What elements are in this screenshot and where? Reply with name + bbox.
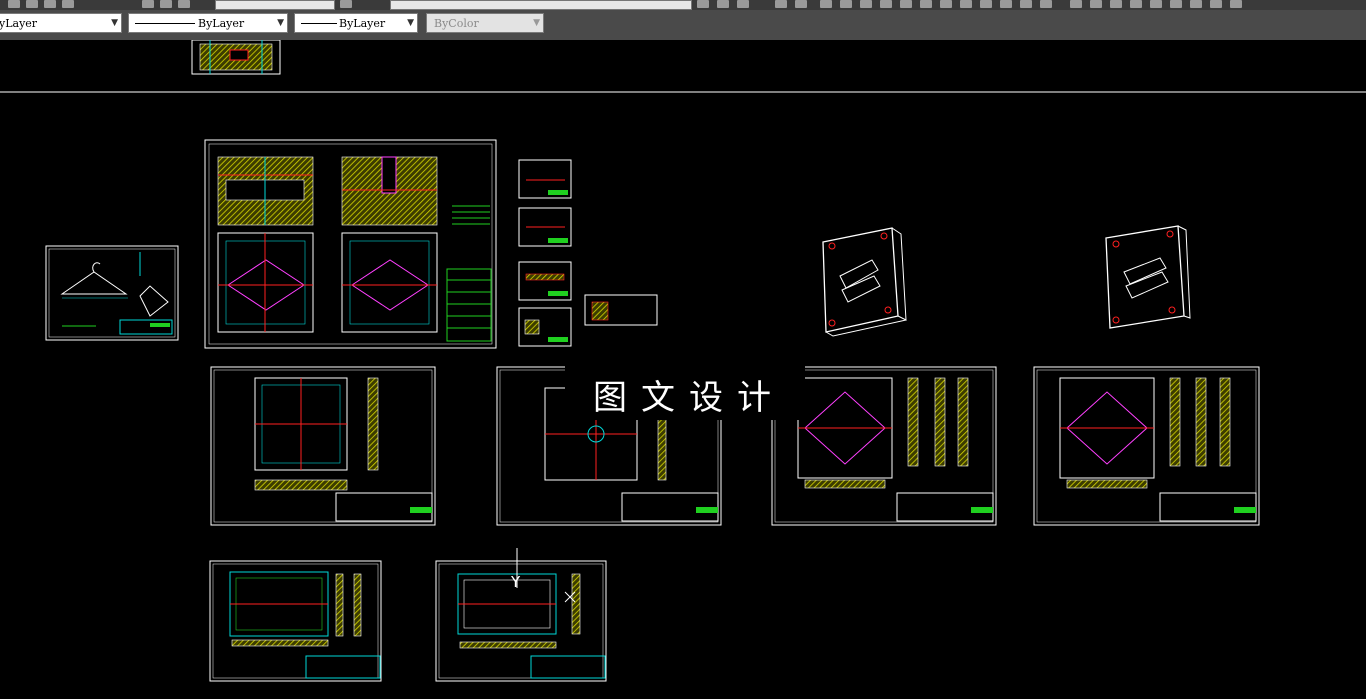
dimension-radius-icon[interactable] [860,0,872,8]
watermark-overlay: 图文设计 [565,360,805,420]
mold-3d-view-left[interactable] [822,227,907,337]
layer-value: yLayer [0,17,38,30]
top-partial-drawing [191,40,281,75]
plot-style-combo: ByColor ▼ [426,13,544,33]
sheet-hanger-part[interactable] [45,245,179,341]
lineweight-combo[interactable]: ByLayer ▼ [294,13,418,33]
sheet-small-part-4[interactable] [518,307,572,347]
sheet-plate-c[interactable] [209,560,382,682]
properties-toolbar: yLayer ▼ ByLayer ▼ ByLayer ▼ ByColor ▼ [0,10,1366,40]
sheet-small-part-3[interactable] [518,261,572,301]
publish-icon[interactable] [178,0,190,8]
edit-dimension-icon[interactable] [1150,0,1162,8]
mold-3d-view-right[interactable] [1105,225,1191,329]
watermark-text: 图文设计 [593,378,785,418]
dimension-style-icon[interactable] [1210,0,1222,8]
dimension-baseline-icon[interactable] [920,0,932,8]
sheet-small-part-1[interactable] [518,159,572,199]
sheet-core-plate[interactable] [1033,366,1260,526]
undo-icon[interactable] [697,0,709,8]
dimension-linear-icon[interactable] [820,0,832,8]
dimension-angular-icon[interactable] [900,0,912,8]
ucs-icon [516,548,576,603]
pan-icon[interactable] [795,0,807,8]
chevron-down-icon[interactable]: ▼ [277,18,284,28]
save-icon[interactable] [44,0,56,8]
update-dimension-icon[interactable] [1190,0,1202,8]
plot-style-value: ByColor [434,17,479,30]
chevron-down-icon[interactable]: ▼ [407,18,414,28]
sheet-small-part-5[interactable] [584,294,658,326]
dimension-continue-icon[interactable] [940,0,952,8]
tolerance-icon[interactable] [1090,0,1102,8]
layer-combo-top[interactable] [390,0,692,10]
preview-icon[interactable] [160,0,172,8]
dimension-aligned-icon[interactable] [840,0,852,8]
plot-icon[interactable] [142,0,154,8]
dimension-ordinate-icon[interactable] [960,0,972,8]
dimension-arc-icon[interactable] [980,0,992,8]
linetype-sample [135,23,195,24]
match-properties-icon[interactable] [737,0,749,8]
linetype-value: ByLayer [198,17,245,30]
open-file-icon[interactable] [26,0,38,8]
lineweight-sample [301,23,337,24]
sheet-cavity-plate[interactable] [771,366,997,526]
dimension-override-icon[interactable] [1230,0,1242,8]
layer-manager-icon[interactable] [340,0,352,8]
new-file-icon[interactable] [8,0,20,8]
dimension-jog-icon[interactable] [1000,0,1012,8]
file-name-combo[interactable] [215,0,335,10]
chevron-down-icon[interactable]: ▼ [111,18,118,28]
drawing-canvas[interactable]: 图文设计 Y [0,40,1366,699]
redo-icon[interactable] [717,0,729,8]
print-icon[interactable] [62,0,74,8]
lineweight-value: ByLayer [339,17,386,30]
sheet-small-part-2[interactable] [518,207,572,247]
layer-combo[interactable]: yLayer ▼ [0,13,122,33]
sheet-mold-assembly[interactable] [204,139,497,349]
chevron-down-icon: ▼ [533,18,540,28]
quick-dimension-icon[interactable] [1070,0,1082,8]
dimension-break-icon[interactable] [1020,0,1032,8]
sheet-plate-d[interactable] [435,560,607,682]
center-mark-icon[interactable] [1110,0,1122,8]
edit-dimension-text-icon[interactable] [1170,0,1182,8]
linetype-combo[interactable]: ByLayer ▼ [128,13,288,33]
sheet-plate-a[interactable] [210,366,436,526]
inspection-icon[interactable] [1130,0,1142,8]
dimension-diameter-icon[interactable] [880,0,892,8]
ucs-y-label: Y [511,573,521,591]
top-toolbar [0,0,1366,10]
dimension-space-icon[interactable] [1040,0,1052,8]
zoom-icon[interactable] [775,0,787,8]
